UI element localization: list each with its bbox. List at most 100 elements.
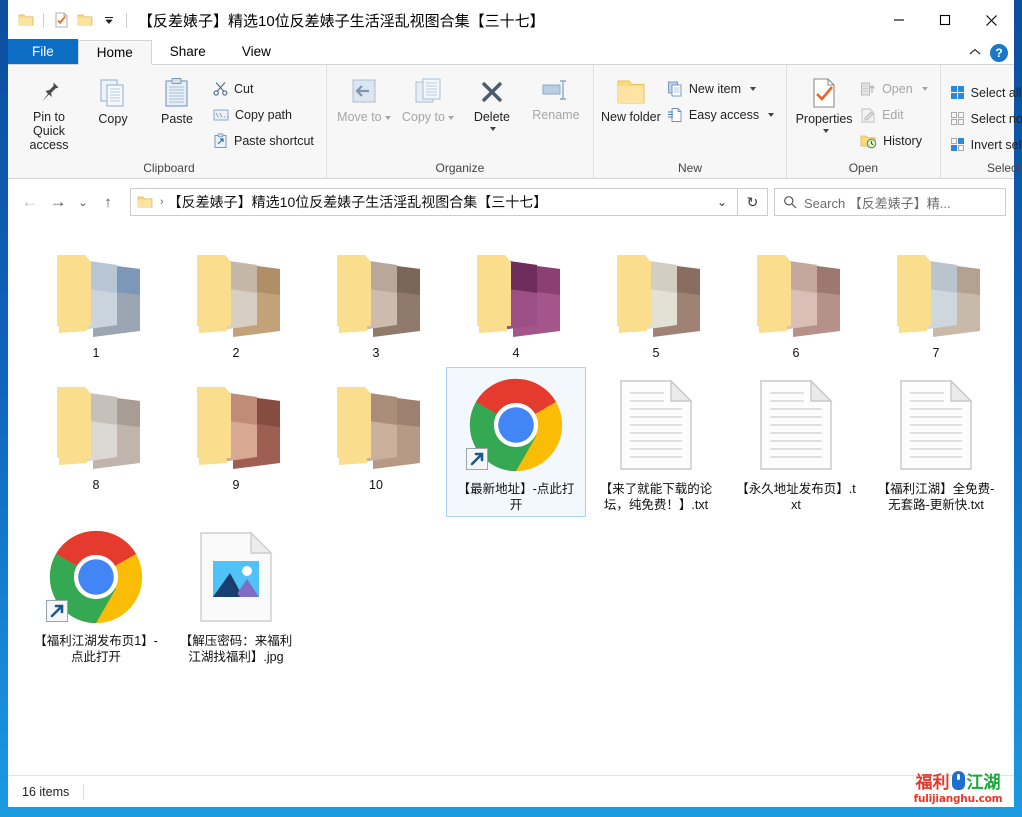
paste-shortcut-label: Paste shortcut: [234, 134, 314, 148]
file-name: 【解压密码：来福利江湖找福利】.jpg: [174, 633, 298, 665]
refresh-button[interactable]: ↻: [738, 188, 768, 216]
file-list-view[interactable]: 1 2: [8, 225, 1014, 775]
new-group-label: New: [600, 158, 780, 178]
collapse-ribbon-icon[interactable]: [968, 44, 982, 62]
file-grid: 1 2: [26, 235, 1014, 671]
move-to-caret-icon: [385, 116, 391, 120]
close-button[interactable]: [968, 0, 1014, 40]
qat-folder-icon[interactable]: [14, 8, 38, 32]
list-item-image-1[interactable]: 【解压密码：来福利江湖找福利】.jpg: [166, 519, 306, 669]
delete-button[interactable]: Delete: [461, 72, 523, 150]
breadcrumb-dropdown-icon[interactable]: ⌄: [711, 195, 733, 209]
file-name: 【福利江湖】全免费-无套路-更新快.txt: [874, 481, 998, 513]
chrome-shortcut-thumbnail: [466, 373, 566, 477]
list-item-folder-3[interactable]: 3: [306, 235, 446, 365]
list-item-text-1[interactable]: 【来了就能下载的论坛，纯免费！】.txt: [586, 367, 726, 517]
delete-caret-icon[interactable]: [490, 127, 496, 131]
list-item-folder-1[interactable]: 1: [26, 235, 166, 365]
copy-to-button[interactable]: Copy to: [397, 72, 459, 150]
address-bar: ← → ⌄ ↑ › 【反差婊子】精选10位反差婊子生活淫乱视图合集【三十七】 ⌄…: [8, 179, 1014, 225]
rename-button[interactable]: Rename: [525, 72, 587, 150]
folder-thumbnail: [46, 241, 146, 341]
folder-thumbnail: [326, 241, 426, 341]
easy-access-button[interactable]: Easy access: [664, 102, 780, 127]
forward-button[interactable]: →: [44, 187, 72, 217]
list-item-chrome-shortcut-1[interactable]: 【最新地址】-点此打开: [446, 367, 586, 517]
up-button[interactable]: ↑: [94, 187, 122, 217]
list-item-text-2[interactable]: 【永久地址发布页】.txt: [726, 367, 866, 517]
list-item-text-3[interactable]: 【福利江湖】全免费-无套路-更新快.txt: [866, 367, 1006, 517]
text-file-thumbnail: [746, 373, 846, 477]
folder-thumbnail: [466, 241, 566, 341]
history-button[interactable]: History: [857, 128, 934, 153]
select-small-commands: Select all Select none: [947, 72, 1022, 157]
list-item-chrome-shortcut-2[interactable]: 【福利江湖发布页1】-点此打开: [26, 519, 166, 669]
search-box[interactable]: Search 【反差婊子】精...: [774, 188, 1006, 216]
pin-to-quick-access-button[interactable]: Pin to Quick access: [18, 72, 80, 152]
minimize-button[interactable]: [876, 0, 922, 40]
tab-share[interactable]: Share: [152, 39, 224, 64]
copy-path-button[interactable]: \\.. Copy path: [210, 102, 320, 127]
back-button[interactable]: ←: [16, 187, 44, 217]
paste-shortcut-button[interactable]: Paste shortcut: [210, 128, 320, 153]
edit-button[interactable]: Edit: [857, 102, 934, 127]
properties-caret-icon[interactable]: [823, 129, 829, 133]
help-button[interactable]: ?: [990, 44, 1008, 62]
maximize-button[interactable]: [922, 0, 968, 40]
shortcut-overlay-icon: [466, 448, 488, 475]
tab-view[interactable]: View: [224, 39, 289, 64]
organize-group-label: Organize: [333, 158, 587, 178]
list-item-folder-2[interactable]: 2: [166, 235, 306, 365]
select-none-button[interactable]: Select none: [947, 106, 1022, 131]
tab-file[interactable]: File: [8, 39, 78, 64]
ribbon-group-clipboard: Pin to Quick access Copy: [12, 65, 327, 178]
qat-new-folder-icon[interactable]: [73, 8, 97, 32]
open-button[interactable]: Open: [857, 76, 934, 101]
recent-locations-button[interactable]: ⌄: [72, 187, 94, 217]
invert-selection-button[interactable]: Invert selection: [947, 132, 1022, 157]
list-item-folder-9[interactable]: 9: [166, 367, 306, 517]
file-name: 【来了就能下载的论坛，纯免费！】.txt: [594, 481, 718, 513]
new-item-button[interactable]: New item: [664, 76, 780, 101]
list-item-folder-4[interactable]: 4: [446, 235, 586, 365]
select-all-label: Select all: [971, 86, 1022, 100]
list-item-folder-6[interactable]: 6: [726, 235, 866, 365]
list-item-folder-8[interactable]: 8: [26, 367, 166, 517]
open-caret-icon[interactable]: [922, 87, 928, 91]
copy-button[interactable]: Copy: [82, 72, 144, 150]
qat-dropdown-icon[interactable]: [97, 8, 121, 32]
qat-properties-icon[interactable]: [49, 8, 73, 32]
rename-label: Rename: [532, 108, 579, 122]
breadcrumb-bar[interactable]: › 【反差婊子】精选10位反差婊子生活淫乱视图合集【三十七】 ⌄: [130, 188, 738, 216]
shortcut-overlay-icon: [46, 600, 68, 627]
status-divider: [83, 784, 84, 800]
move-to-button[interactable]: Move to: [333, 72, 395, 150]
breadcrumb-path[interactable]: 【反差婊子】精选10位反差婊子生活淫乱视图合集【三十七】: [168, 192, 548, 212]
easy-access-label: Easy access: [689, 108, 759, 122]
file-name: 【最新地址】-点此打开: [454, 481, 578, 513]
list-item-folder-5[interactable]: 5: [586, 235, 726, 365]
copy-to-icon: [412, 77, 444, 107]
file-name: 1: [31, 345, 161, 361]
search-input[interactable]: Search 【反差婊子】精...: [804, 193, 951, 212]
folder-thumbnail: [186, 373, 286, 473]
list-item-folder-7[interactable]: 7: [866, 235, 1006, 365]
folder-thumbnail: [46, 373, 146, 473]
breadcrumb-separator[interactable]: ›: [160, 196, 164, 208]
status-bar: 16 items: [8, 775, 1014, 807]
select-all-button[interactable]: Select all: [947, 80, 1022, 105]
new-item-caret-icon[interactable]: [750, 87, 756, 91]
clipboard-group-label: Clipboard: [18, 158, 320, 178]
new-small-commands: New item Easy access: [664, 72, 780, 127]
cut-button[interactable]: Cut: [210, 76, 320, 101]
list-item-folder-10[interactable]: 10: [306, 367, 446, 517]
delete-icon: [477, 77, 507, 107]
properties-button[interactable]: Properties: [793, 72, 855, 150]
tab-home[interactable]: Home: [78, 40, 152, 65]
file-name: 4: [451, 345, 581, 361]
new-folder-button[interactable]: New folder: [600, 72, 662, 150]
easy-access-caret-icon[interactable]: [768, 113, 774, 117]
paste-button[interactable]: Paste: [146, 72, 208, 150]
chrome-shortcut-thumbnail: [46, 525, 146, 629]
properties-icon: [809, 77, 839, 109]
